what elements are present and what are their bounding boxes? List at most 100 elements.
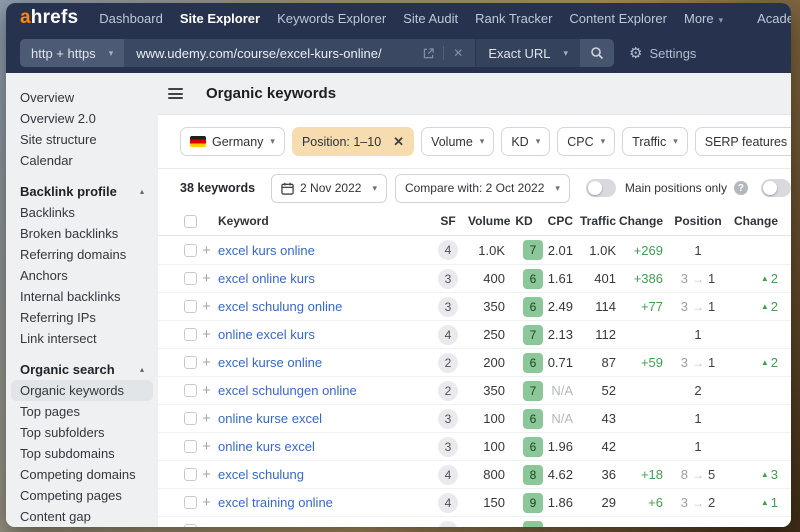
table-row: + online kurs excel 3 100 6 1.96 42 1	[158, 432, 791, 460]
add-to-list-icon[interactable]: +	[197, 410, 216, 427]
position-to: 1	[708, 299, 716, 314]
sidebar-item-top-subfolders[interactable]: Top subfolders	[6, 422, 158, 443]
nav-item-content-explorer[interactable]: Content Explorer	[569, 11, 667, 26]
sidebar-item-content-gap[interactable]: Content gap	[6, 506, 158, 527]
keyword-link[interactable]: excel kurse online	[216, 355, 428, 370]
open-url-icon[interactable]	[423, 47, 434, 59]
row-checkbox[interactable]	[184, 496, 197, 509]
ahrefs-logo[interactable]: ahrefs	[20, 7, 78, 29]
filter-cpc[interactable]: CPC	[557, 127, 616, 156]
add-to-list-icon[interactable]: +	[197, 438, 216, 455]
select-all-checkbox[interactable]	[184, 214, 197, 228]
col-header-sf[interactable]: SF	[428, 214, 468, 228]
filter-serp-features[interactable]: SERP features	[694, 127, 791, 156]
clear-url-icon[interactable]: ✕	[453, 46, 463, 60]
add-to-list-icon[interactable]: +	[197, 382, 216, 399]
sidebar-item-overview[interactable]: Overview	[6, 87, 158, 108]
nav-item-dashboard[interactable]: Dashboard	[99, 11, 163, 26]
sidebar-section-backlink-profile[interactable]: Backlink profile ▴	[6, 181, 158, 202]
arrow-right-icon: →	[692, 271, 704, 286]
row-checkbox[interactable]	[184, 384, 197, 397]
sidebar-item-overview-2-0[interactable]: Overview 2.0	[6, 108, 158, 129]
main-positions-toggle[interactable]	[585, 179, 616, 197]
keyword-link[interactable]: online kurs excel	[216, 439, 428, 454]
keyword-link[interactable]: excel schulung online	[216, 299, 428, 314]
keyword-link[interactable]: excel training online	[216, 495, 428, 510]
col-header-position-change[interactable]: Change	[733, 214, 778, 228]
serp-features-badge: 3	[438, 408, 458, 429]
keyword-link[interactable]: excel kurs online	[216, 243, 428, 258]
sidebar-item-top-pages[interactable]: Top pages	[6, 401, 158, 422]
position-single: 1	[694, 327, 702, 342]
nav-item-more[interactable]: More	[684, 11, 723, 26]
filter-kd[interactable]: KD	[501, 127, 551, 156]
row-checkbox[interactable]	[184, 412, 197, 425]
keyword-link[interactable]: excel online kurs	[216, 271, 428, 286]
row-checkbox[interactable]	[184, 440, 197, 453]
row-checkbox[interactable]	[184, 468, 197, 481]
add-to-list-icon[interactable]: +	[197, 270, 216, 287]
col-header-position[interactable]: Position	[663, 214, 733, 228]
target-url-input[interactable]: www.udemy.com/course/excel-kurs-online/ …	[124, 39, 476, 67]
date-picker-button[interactable]: 2 Nov 2022	[271, 173, 387, 203]
col-header-cpc[interactable]: CPC	[543, 214, 573, 228]
sidebar-item-broken-backlinks[interactable]: Broken backlinks	[6, 223, 158, 244]
sidebar-item-competing-pages[interactable]: Competing pages	[6, 485, 158, 506]
sidebar-item-organic-keywords[interactable]: Organic keywords	[11, 380, 153, 401]
row-checkbox[interactable]	[184, 356, 197, 369]
protocol-select[interactable]: http + https	[20, 39, 125, 67]
nav-item-rank-tracker[interactable]: Rank Tracker	[475, 11, 552, 26]
row-checkbox[interactable]	[184, 524, 197, 527]
position-value: 2	[663, 383, 733, 398]
col-header-volume[interactable]: Volume	[468, 214, 510, 228]
sidebar-item-referring-ips[interactable]: Referring IPs	[6, 307, 158, 328]
row-checkbox[interactable]	[184, 328, 197, 341]
sidebar-item-referring-domains[interactable]: Referring domains	[6, 244, 158, 265]
col-header-traffic[interactable]: Traffic	[573, 214, 616, 228]
search-mode-select[interactable]: Exact URL	[475, 39, 580, 67]
divider	[443, 46, 445, 60]
sidebar-item-link-intersect[interactable]: Link intersect	[6, 328, 158, 349]
row-checkbox[interactable]	[184, 272, 197, 285]
sidebar-item-anchors[interactable]: Anchors	[6, 265, 158, 286]
sidebar-item-competing-domains[interactable]: Competing domains	[6, 464, 158, 485]
add-to-list-icon[interactable]: +	[197, 466, 216, 483]
sidebar-item-backlinks[interactable]: Backlinks	[6, 202, 158, 223]
sidebar-item-site-structure[interactable]: Site structure	[6, 129, 158, 150]
add-to-list-icon[interactable]: +	[197, 326, 216, 343]
settings-button[interactable]: ⚙ Settings	[629, 46, 696, 61]
help-icon[interactable]: ?	[733, 181, 748, 195]
sidebar-toggle-hamburger-icon[interactable]	[168, 88, 183, 99]
add-to-list-icon[interactable]: +	[197, 354, 216, 371]
sidebar-item-internal-backlinks[interactable]: Internal backlinks	[6, 286, 158, 307]
row-checkbox[interactable]	[184, 300, 197, 313]
nav-item-site-audit[interactable]: Site Audit	[403, 11, 458, 26]
nav-item-keywords-explorer[interactable]: Keywords Explorer	[277, 11, 386, 26]
keyword-link[interactable]: excel schulungen online	[216, 383, 428, 398]
keyword-link[interactable]: online excel kurs	[216, 327, 428, 342]
add-to-list-icon[interactable]: +	[197, 242, 216, 259]
col-header-change[interactable]: Change	[616, 214, 663, 228]
row-checkbox[interactable]	[184, 243, 197, 257]
sidebar-item-calendar[interactable]: Calendar	[6, 150, 158, 171]
nav-item-site-explorer[interactable]: Site Explorer	[180, 11, 260, 26]
add-to-list-icon[interactable]: +	[197, 298, 216, 315]
search-button[interactable]	[580, 39, 614, 67]
sidebar-item-top-subdomains[interactable]: Top subdomains	[6, 443, 158, 464]
col-header-keyword[interactable]: Keyword	[216, 214, 428, 228]
keyword-link[interactable]: online kurse excel	[216, 411, 428, 426]
nav-item-academy[interactable]: Academy	[757, 11, 791, 26]
add-to-list-icon[interactable]: +	[197, 494, 216, 511]
remove-filter-icon[interactable]: ✕	[393, 134, 404, 150]
filter-traffic[interactable]: Traffic	[622, 127, 688, 156]
sidebar-section-organic-search[interactable]: Organic search ▴	[6, 359, 158, 380]
filter-position-1-10[interactable]: Position: 1–10 ✕	[291, 127, 415, 156]
keyword-link[interactable]: excel schulung	[216, 467, 428, 482]
multiple-urls-toggle[interactable]	[760, 179, 791, 197]
filter-volume[interactable]: Volume	[421, 127, 495, 156]
compare-date-button[interactable]: Compare with: 2 Oct 2022	[394, 173, 570, 203]
germany-flag-icon	[190, 136, 206, 147]
col-header-kd[interactable]: KD	[505, 214, 543, 228]
cpc-value: N/A	[551, 411, 573, 426]
filter-germany[interactable]: Germany	[180, 127, 285, 156]
